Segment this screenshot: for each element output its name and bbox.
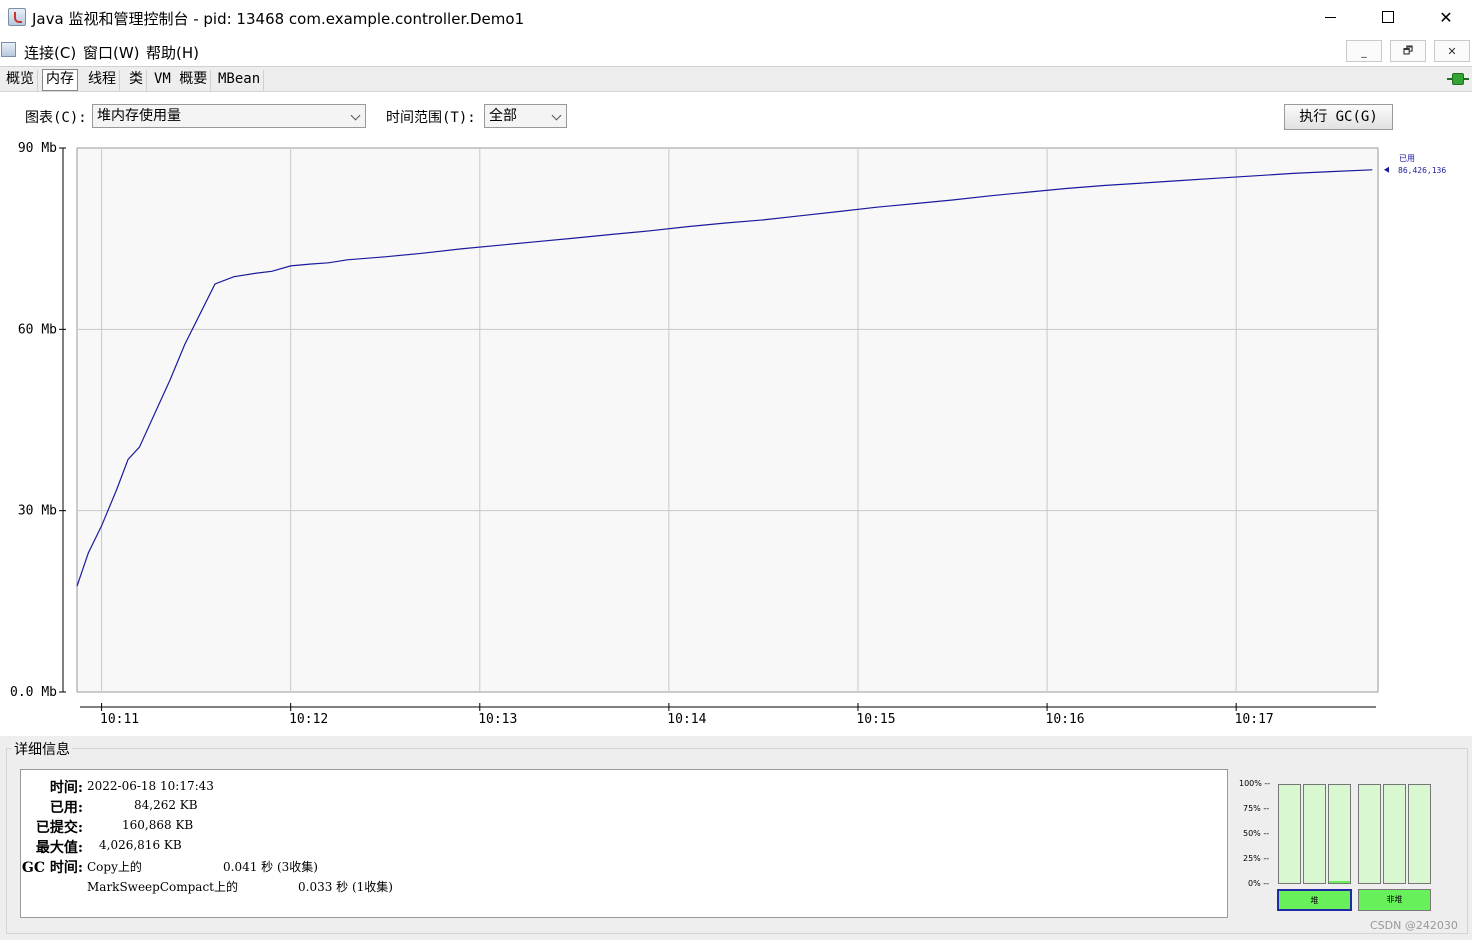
legend-series-value: 86,426,136 <box>1398 166 1446 175</box>
pool-fill <box>1329 881 1350 883</box>
connection-status-icon[interactable] <box>1447 73 1469 85</box>
close-button[interactable]: ✕ <box>1423 4 1469 30</box>
heap-memory-chart: 90 Mb 60 Mb 30 Mb 0.0 Mb 10:11 10:12 10:13 10:1… <box>10 141 1446 727</box>
inner-close-button[interactable]: ✕ <box>1434 40 1470 62</box>
watermark: CSDN @242030 <box>1370 919 1458 932</box>
legend-series-name: 已用 <box>1399 154 1415 163</box>
title-bar: Java 监视和管理控制台 - pid: 13468 com.example.c… <box>0 0 1472 35</box>
internal-frame-icon <box>1 42 16 57</box>
nonheap-pool-button[interactable]: 非堆 <box>1358 889 1431 911</box>
maximize-button[interactable] <box>1365 4 1411 30</box>
menu-connect[interactable]: 连接(C) <box>24 42 76 63</box>
java-app-icon <box>8 8 26 26</box>
nonheap-pool-bar-2[interactable] <box>1383 784 1406 884</box>
x-tick-label: 10:14 <box>667 712 706 727</box>
chevron-down-icon <box>350 110 361 121</box>
maximize-icon <box>1382 11 1394 23</box>
pool-pct-25: 25% -- <box>1243 854 1270 863</box>
details-box: 时间: 2022-06-18 10:17:43 已用: 84,262 KB 已提… <box>20 769 1228 918</box>
time-range-selector[interactable]: 全部 <box>484 104 567 128</box>
gc-time-label: GC 时间: <box>21 860 83 876</box>
nonheap-pool-bar-1[interactable] <box>1358 784 1381 884</box>
gc-marksweep-name: MarkSweepCompact上的 <box>87 880 238 894</box>
tab-memory[interactable]: 内存 <box>42 69 78 91</box>
window-title: Java 监视和管理控制台 - pid: 13468 com.example.c… <box>32 10 525 28</box>
chart-selector-value: 堆内存使用量 <box>97 108 181 124</box>
pool-pct-75: 75% -- <box>1243 804 1270 813</box>
x-tick-label: 10:11 <box>100 712 139 727</box>
gc-copy-name: Copy上的 <box>87 860 142 874</box>
y-tick-label: 0.0 Mb <box>10 685 57 700</box>
gc-copy-time: 0.041 秒 (3收集) <box>223 860 318 874</box>
details-legend: 详细信息 <box>12 739 72 759</box>
heap-pool-bar-1[interactable] <box>1278 784 1301 884</box>
time-label: 时间: <box>49 780 83 796</box>
tab-mbean[interactable]: MBean <box>215 70 265 91</box>
tab-threads[interactable]: 线程 <box>85 70 120 91</box>
inner-restore-button[interactable]: 🗗 <box>1390 40 1426 62</box>
x-tick-label: 10:17 <box>1235 712 1274 727</box>
time-range-value: 全部 <box>489 108 517 124</box>
heap-pool-bar-2[interactable] <box>1303 784 1326 884</box>
max-value: 4,026,816 KB <box>99 838 182 852</box>
chart-selector-label: 图表(C): <box>25 110 87 126</box>
x-tick-label: 10:12 <box>289 712 328 727</box>
used-label: 已用: <box>49 800 83 816</box>
x-tick-label: 10:16 <box>1046 712 1085 727</box>
minimize-button[interactable] <box>1307 4 1353 30</box>
time-range-label: 时间范围(T): <box>386 110 476 126</box>
perform-gc-button[interactable]: 执行 GC(G) <box>1284 104 1393 130</box>
chevron-down-icon <box>551 110 562 121</box>
heap-pool-button[interactable]: 堆 <box>1277 889 1352 911</box>
minimize-icon <box>1324 16 1336 18</box>
menu-help[interactable]: 帮助(H) <box>146 42 199 63</box>
x-tick-label: 10:15 <box>856 712 895 727</box>
menu-window[interactable]: 窗口(W) <box>83 42 140 63</box>
committed-value: 160,868 KB <box>122 818 194 832</box>
heap-pool-bar-3[interactable] <box>1328 784 1351 884</box>
tab-classes[interactable]: 类 <box>126 70 147 91</box>
chart-selector[interactable]: 堆内存使用量 <box>92 104 366 128</box>
pool-pct-100: 100% -- <box>1239 779 1271 788</box>
plot-area <box>76 147 1379 693</box>
pool-pct-0: 0% -- <box>1248 879 1270 888</box>
time-value: 2022-06-18 10:17:43 <box>87 779 214 793</box>
chart-legend: 已用 86,426,136 <box>1384 154 1446 175</box>
committed-label: 已提交: <box>35 820 83 836</box>
pool-pct-50: 50% -- <box>1243 829 1270 838</box>
inner-minimize-button[interactable]: _ <box>1346 40 1382 62</box>
tab-strip: 概览 内存 线程 类 VM 概要 MBean <box>0 66 1472 92</box>
y-tick-label: 30 Mb <box>18 504 57 519</box>
gc-marksweep-time: 0.033 秒 (1收集) <box>298 880 393 894</box>
legend-arrow-icon <box>1384 166 1389 173</box>
y-tick-label: 90 Mb <box>18 141 57 156</box>
tab-overview[interactable]: 概览 <box>3 70 38 91</box>
y-tick-label: 60 Mb <box>18 322 57 337</box>
menu-bar: 连接(C) 窗口(W) 帮助(H) <box>0 36 1472 64</box>
tab-vm-summary[interactable]: VM 概要 <box>151 70 212 91</box>
x-tick-label: 10:13 <box>478 712 517 727</box>
max-label: 最大值: <box>35 840 83 856</box>
used-value: 84,262 KB <box>134 798 198 812</box>
nonheap-pool-bar-3[interactable] <box>1408 784 1431 884</box>
